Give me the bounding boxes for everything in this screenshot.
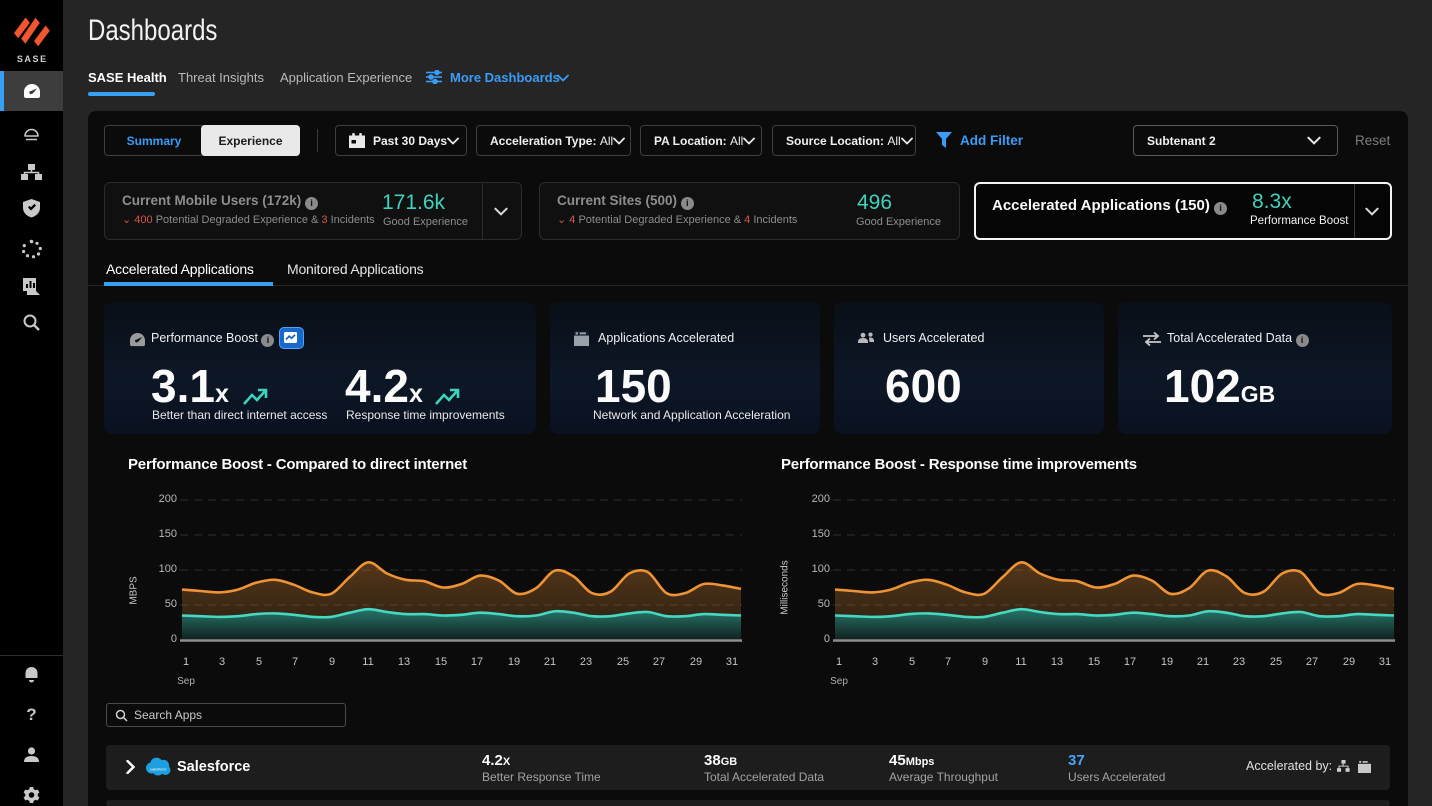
svg-text:salesforce: salesforce xyxy=(150,768,166,772)
